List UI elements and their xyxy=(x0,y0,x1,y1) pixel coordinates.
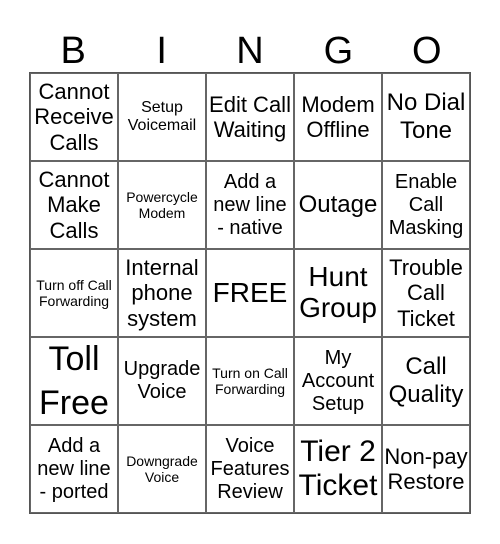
bingo-cell[interactable]: Toll Free xyxy=(30,337,118,425)
bingo-cell-free[interactable]: FREE xyxy=(206,249,294,337)
bingo-cell[interactable]: Internal phone system xyxy=(118,249,206,337)
bingo-cell[interactable]: Trouble Call Ticket xyxy=(382,249,470,337)
bingo-cell[interactable]: Voice Features Review xyxy=(206,425,294,513)
bingo-cell[interactable]: Tier 2 Ticket xyxy=(294,425,382,513)
header-letter-g: G xyxy=(323,30,354,72)
bingo-cell[interactable]: Hunt Group xyxy=(294,249,382,337)
bingo-cell[interactable]: No Dial Tone xyxy=(382,73,470,161)
bingo-cell[interactable]: My Account Setup xyxy=(294,337,382,425)
bingo-cell[interactable]: Outage xyxy=(294,161,382,249)
bingo-cell[interactable]: Non-pay Restore xyxy=(382,425,470,513)
bingo-cell[interactable]: Downgrade Voice xyxy=(118,425,206,513)
bingo-cell[interactable]: Call Quality xyxy=(382,337,470,425)
bingo-cell[interactable]: Cannot Receive Calls xyxy=(30,73,118,161)
bingo-cell[interactable]: Add a new line - native xyxy=(206,161,294,249)
bingo-cell[interactable]: Add a new line - ported xyxy=(30,425,118,513)
bingo-cell[interactable]: Powercycle Modem xyxy=(118,161,206,249)
header-letter-n: N xyxy=(236,30,264,72)
bingo-card-grid: Cannot Receive Calls Setup Voicemail Edi… xyxy=(29,72,471,514)
bingo-cell[interactable]: Upgrade Voice xyxy=(118,337,206,425)
bingo-header: B I N G O xyxy=(29,30,471,72)
bingo-cell[interactable]: Setup Voicemail xyxy=(118,73,206,161)
bingo-cell[interactable]: Turn off Call Forwarding xyxy=(30,249,118,337)
bingo-cell[interactable]: Enable Call Masking xyxy=(382,161,470,249)
bingo-cell[interactable]: Edit Call Waiting xyxy=(206,73,294,161)
bingo-cell[interactable]: Turn on Call Forwarding xyxy=(206,337,294,425)
header-letter-o: O xyxy=(412,30,442,72)
header-letter-i: I xyxy=(156,30,167,72)
bingo-cell[interactable]: Cannot Make Calls xyxy=(30,161,118,249)
bingo-cell[interactable]: Modem Offline xyxy=(294,73,382,161)
header-letter-b: B xyxy=(60,30,86,72)
